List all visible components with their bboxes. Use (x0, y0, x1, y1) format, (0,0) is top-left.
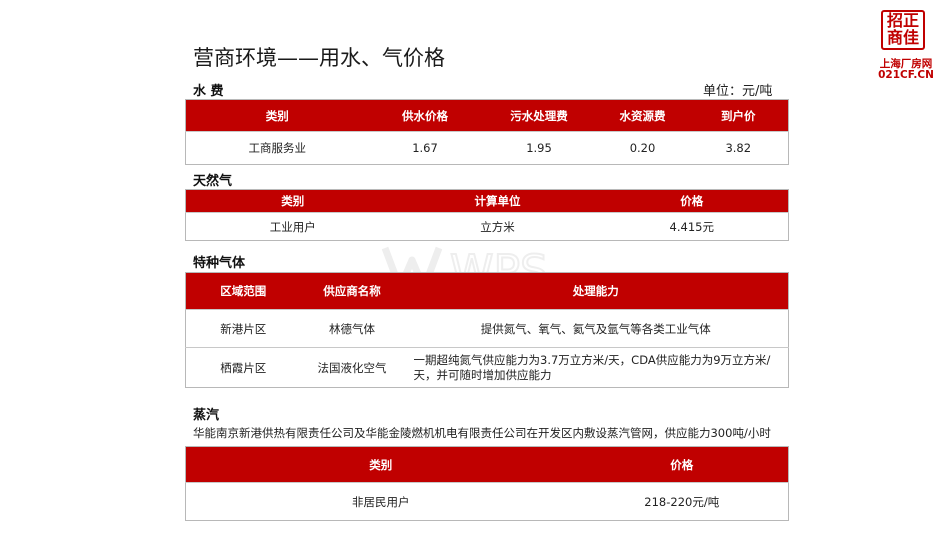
special-gas-cell: 林德气体 (300, 309, 404, 348)
table-row: 栖霞片区 法国液化空气 一期超纯氮气供应能力为3.7万立方米/天，CDA供应能力… (185, 347, 789, 388)
steam-header-category: 类别 (185, 446, 576, 483)
table-row: 工商服务业 1.67 1.95 0.20 3.82 (185, 131, 789, 165)
water-cell: 0.20 (596, 131, 689, 165)
water-header-supply-price: 供水价格 (368, 99, 482, 132)
steam-heading: 蒸汽 (193, 408, 220, 423)
water-header-sewage-fee: 污水处理费 (481, 99, 597, 132)
special-gas-header-region: 区域范围 (185, 272, 301, 310)
steam-header-price: 价格 (575, 446, 789, 483)
steam-cell: 218-220元/吨 (575, 482, 789, 521)
special-gas-cell: 法国液化空气 (300, 347, 404, 388)
gas-cell: 工业用户 (185, 212, 400, 241)
page-title: 营商环境——用水、气价格 (193, 46, 445, 70)
table-row: 非居民用户 218-220元/吨 (185, 482, 789, 521)
water-header-resource-fee: 水资源费 (596, 99, 689, 132)
gas-header-price: 价格 (595, 189, 789, 213)
water-cell: 工商服务业 (185, 131, 369, 165)
gas-header-category: 类别 (185, 189, 400, 213)
steam-price-table: 类别 价格 非居民用户 218-220元/吨 (185, 446, 789, 521)
gas-cell: 立方米 (399, 212, 596, 241)
table-row: 新港片区 林德气体 提供氮气、氧气、氦气及氩气等各类工业气体 (185, 309, 789, 348)
special-gas-header-capacity: 处理能力 (403, 272, 789, 310)
special-gas-cell: 一期超纯氮气供应能力为3.7万立方米/天，CDA供应能力为9万立方米/天，并可随… (403, 347, 789, 388)
gas-header-unit: 计算单位 (399, 189, 596, 213)
gas-cell: 4.415元 (595, 212, 789, 241)
water-cell: 1.67 (368, 131, 482, 165)
steam-cell: 非居民用户 (185, 482, 576, 521)
special-gas-cell: 新港片区 (185, 309, 301, 348)
table-row: 工业用户 立方米 4.415元 (185, 212, 789, 241)
gas-price-table: 类别 计算单位 价格 工业用户 立方米 4.415元 (185, 189, 789, 241)
water-price-table: 类别 供水价格 污水处理费 水资源费 到户价 工商服务业 1.67 1.95 0… (185, 99, 789, 165)
logo-seal: 招正 商佳 (881, 10, 925, 50)
seal-line: 商佳 (886, 28, 919, 47)
seal-line: 招正 (886, 11, 919, 30)
gas-heading: 天然气 (193, 174, 233, 189)
special-gas-cell: 提供氮气、氧气、氦气及氩气等各类工业气体 (403, 309, 789, 348)
steam-description: 华能南京新港供热有限责任公司及华能金陵燃机机电有限责任公司在开发区内敷设蒸汽管网… (193, 426, 771, 440)
logo-url: 021CF.CN (878, 69, 934, 81)
water-cell: 3.82 (688, 131, 789, 165)
water-heading: 水 费 (193, 84, 224, 99)
special-gas-header-supplier: 供应商名称 (300, 272, 404, 310)
special-gas-heading: 特种气体 (193, 256, 246, 271)
water-header-final-price: 到户价 (688, 99, 789, 132)
water-unit-label: 单位：元/吨 (703, 84, 773, 99)
water-cell: 1.95 (481, 131, 597, 165)
special-gas-cell: 栖霞片区 (185, 347, 301, 388)
special-gas-table: 区域范围 供应商名称 处理能力 新港片区 林德气体 提供氮气、氧气、氦气及氩气等… (185, 272, 789, 388)
water-header-category: 类别 (185, 99, 369, 132)
